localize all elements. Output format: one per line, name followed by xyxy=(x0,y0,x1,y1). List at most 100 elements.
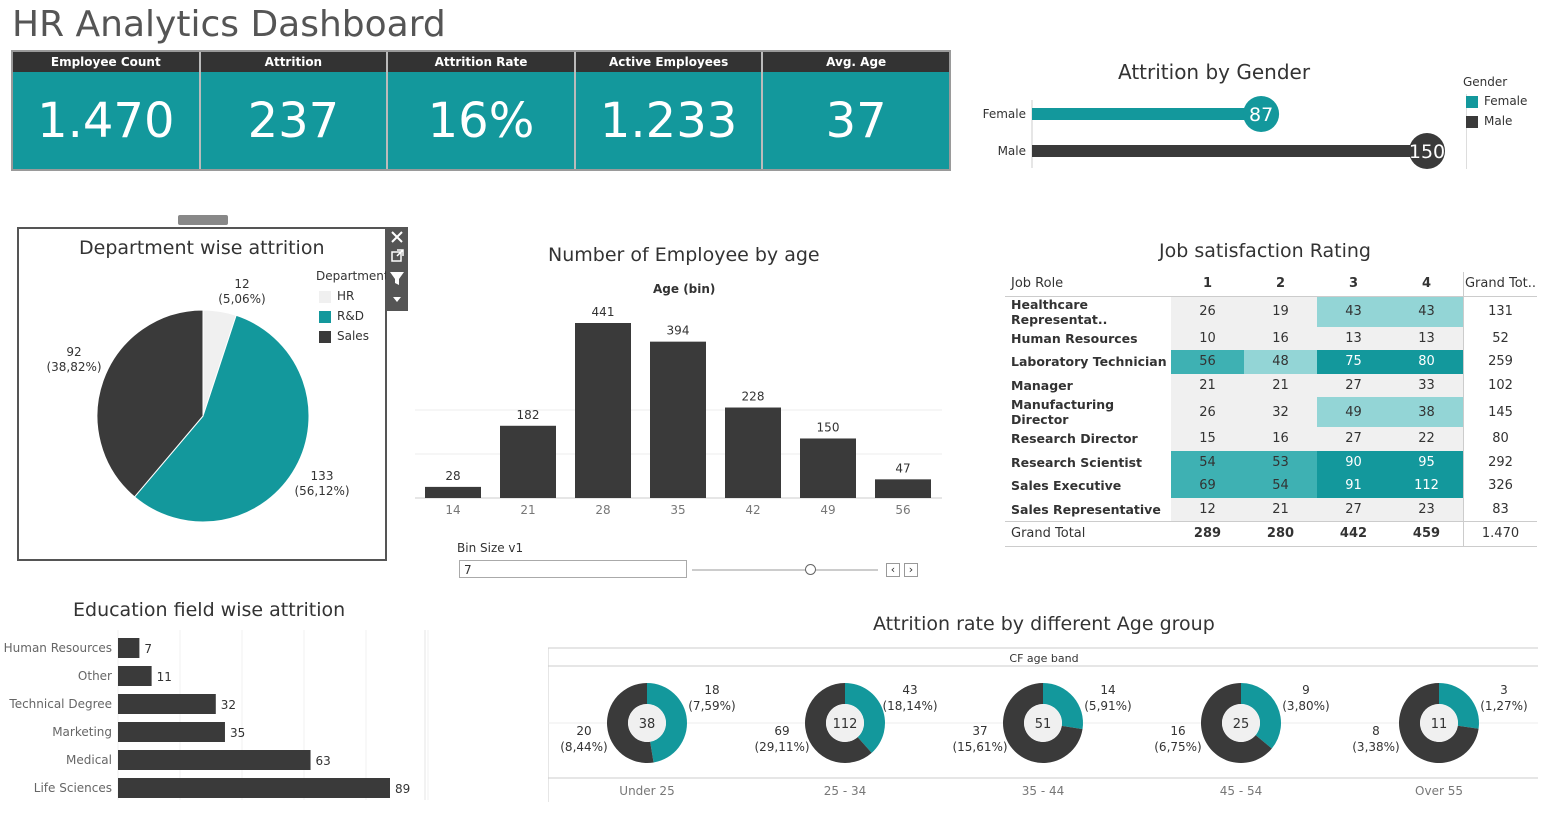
age-band-label: 45 - 54 xyxy=(1220,784,1263,798)
rating-cell: 69 xyxy=(1171,474,1244,498)
donut-teal-label: 18 (7,59%) xyxy=(688,683,735,713)
job-role-cell: Sales Representative xyxy=(1011,501,1161,517)
donut-teal-label: 14 (5,91%) xyxy=(1084,683,1131,713)
slider-thumb[interactable] xyxy=(805,564,816,575)
table-row[interactable]: Research Scientist 54 53 90 95 292 xyxy=(1005,450,1537,474)
kpi-card: Attrition 237 xyxy=(200,52,389,169)
age-bar[interactable] xyxy=(650,341,706,498)
rating-cell: 27 xyxy=(1317,497,1390,522)
age-bar[interactable] xyxy=(575,323,631,498)
row-total-cell: 83 xyxy=(1463,497,1537,522)
rating-cell: 22 xyxy=(1390,427,1464,451)
rating-cell: 13 xyxy=(1317,326,1390,350)
donut-center-value: 11 xyxy=(1431,717,1448,732)
table-row[interactable]: Human Resources 10 16 13 13 52 xyxy=(1005,326,1537,350)
education-bar[interactable] xyxy=(118,722,225,742)
table-header-cell: 1 xyxy=(1171,272,1244,297)
rating-cell: 49 xyxy=(1317,397,1390,427)
table-row[interactable]: Research Director 15 16 27 22 80 xyxy=(1005,427,1537,451)
kpi-value: 1.470 xyxy=(13,72,199,169)
row-total-cell: 259 xyxy=(1463,350,1537,374)
kpi-card: Employee Count 1.470 xyxy=(13,52,201,169)
decrement-button[interactable]: ‹ xyxy=(886,563,900,577)
increment-button[interactable]: › xyxy=(904,563,918,577)
popout-icon[interactable] xyxy=(391,249,404,262)
rating-cell: 13 xyxy=(1390,326,1464,350)
age-group-header: CF age band xyxy=(1009,652,1078,665)
donut-dark-label: 20 (8,44%) xyxy=(560,724,607,754)
kpi-value: 237 xyxy=(200,72,387,169)
education-bar[interactable] xyxy=(118,666,152,686)
rating-cell: 56 xyxy=(1171,350,1244,374)
male-swatch xyxy=(1466,115,1478,128)
age-bar-value: 228 xyxy=(742,390,765,404)
age-band-label: Over 55 xyxy=(1415,784,1463,798)
gender-category-label: Female xyxy=(983,107,1026,121)
education-bar-value: 11 xyxy=(157,670,172,684)
education-bar[interactable] xyxy=(118,638,140,658)
rd-swatch xyxy=(319,310,331,323)
table-row[interactable]: Sales Executive 69 54 91 112 326 xyxy=(1005,474,1537,498)
age-bar[interactable] xyxy=(800,438,856,498)
rating-cell: 80 xyxy=(1390,350,1464,374)
age-group-title: Attrition rate by different Age group xyxy=(873,613,1215,635)
department-legend-sales[interactable]: Sales xyxy=(319,329,369,343)
donut-teal-label: 43 (18,14%) xyxy=(882,683,937,713)
pie-data-label: 133 (56,12%) xyxy=(294,469,349,498)
rating-cell: 54 xyxy=(1244,474,1317,498)
age-chart-title: Number of Employee by age xyxy=(548,244,820,266)
gender-bar[interactable] xyxy=(1032,145,1427,157)
gender-legend-male[interactable]: Male xyxy=(1466,114,1512,128)
gender-legend-title: Gender xyxy=(1463,75,1508,89)
job-satisfaction-title: Job satisfaction Rating xyxy=(1159,240,1371,262)
drag-handle[interactable] xyxy=(178,215,228,225)
job-satisfaction-table-wrap: Job Role 1 2 3 4 Grand Tot.. Healthcare Repres… xyxy=(1005,272,1537,547)
age-tick-label: 35 xyxy=(670,503,685,517)
filter-icon[interactable] xyxy=(390,272,404,285)
row-total-cell: 80 xyxy=(1463,427,1537,451)
department-legend-hr[interactable]: HR xyxy=(319,289,354,303)
rating-cell: 32 xyxy=(1244,397,1317,427)
rating-cell: 90 xyxy=(1317,450,1390,474)
job-role-cell: Manufacturing Director xyxy=(1011,397,1115,427)
bin-size-input[interactable]: 7 xyxy=(459,560,687,578)
age-bar[interactable] xyxy=(500,425,556,498)
rating-cell: 23 xyxy=(1390,497,1464,522)
department-legend-rd[interactable]: R&D xyxy=(319,309,364,323)
bin-size-slider[interactable] xyxy=(692,569,878,571)
age-tick-label: 14 xyxy=(445,503,460,517)
table-row[interactable]: Manufacturing Director 26 32 49 38 145 xyxy=(1005,397,1537,427)
row-total-cell: 102 xyxy=(1463,373,1537,397)
age-bar[interactable] xyxy=(725,407,781,498)
row-total-cell: 145 xyxy=(1463,397,1537,427)
dropdown-icon[interactable] xyxy=(393,297,401,302)
close-icon[interactable] xyxy=(391,231,403,243)
bin-size-label: Bin Size v1 xyxy=(457,541,524,555)
rating-cell: 27 xyxy=(1317,373,1390,397)
age-bar[interactable] xyxy=(425,486,481,498)
table-row[interactable]: Sales Representative 12 21 27 23 83 xyxy=(1005,497,1537,522)
row-total-cell: 326 xyxy=(1463,474,1537,498)
kpi-strip: Employee Count 1.470 Attrition 237 Attrition… xyxy=(11,50,951,171)
age-tick-label: 42 xyxy=(745,503,760,517)
gender-chart: Female 87 Male 150 xyxy=(983,96,1445,169)
gender-bar[interactable] xyxy=(1032,108,1262,120)
rating-cell: 48 xyxy=(1244,350,1317,374)
education-category-label: Medical xyxy=(66,753,112,767)
donut-center-value: 25 xyxy=(1233,717,1250,732)
education-bar[interactable] xyxy=(118,750,311,770)
rating-cell: 15 xyxy=(1171,427,1244,451)
grand-total-cell: 442 xyxy=(1317,521,1390,547)
gender-legend-female[interactable]: Female xyxy=(1466,94,1527,108)
education-bar[interactable] xyxy=(118,778,390,798)
department-chart-title: Department wise attrition xyxy=(79,237,325,259)
gender-value-label: 87 xyxy=(1249,104,1273,126)
age-bar[interactable] xyxy=(875,479,931,498)
rating-cell: 10 xyxy=(1171,326,1244,350)
table-row[interactable]: Manager 21 21 27 33 102 xyxy=(1005,373,1537,397)
table-row[interactable]: Laboratory Technician 56 48 75 80 259 xyxy=(1005,350,1537,374)
age-band-label: 35 - 44 xyxy=(1022,784,1065,798)
table-row[interactable]: Healthcare Representat.. 26 19 43 43 131 xyxy=(1005,296,1537,327)
kpi-label: Employee Count xyxy=(13,52,199,72)
education-bar[interactable] xyxy=(118,694,216,714)
